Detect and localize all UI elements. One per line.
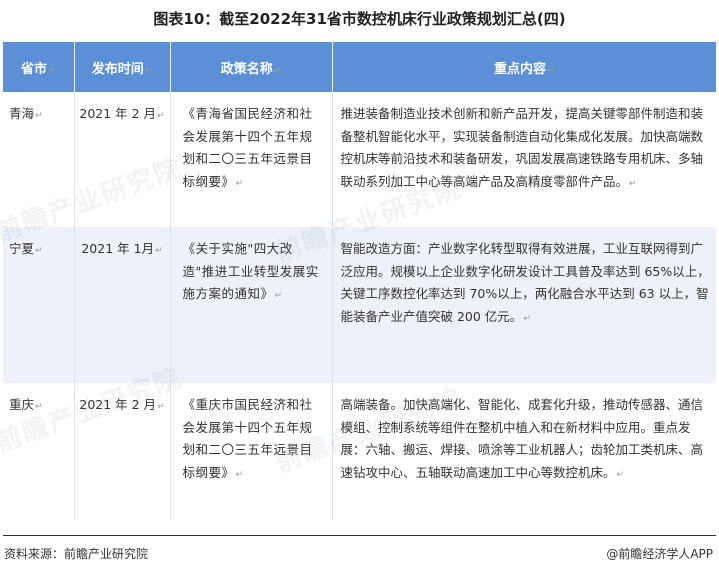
policy-table: 省市↵ 发布时间↵ 政策名称↵ 重点内容↵ 青海↵ 2021 年 2 月↵ 《青…	[3, 42, 716, 520]
header-policy: 政策名称↵	[170, 42, 333, 92]
footer-divider	[3, 535, 716, 536]
header-province: 省市↵	[3, 42, 75, 92]
cell-content: 高端装备。加快高端化、智能化、成套化升级，推动传感器、通信模组、控制系统等组件在…	[332, 383, 716, 520]
cell-policy: 《关于实施"四大改造"推进工业转型发展实施方案的通知》↵	[170, 227, 333, 383]
cell-content: 推进装备制造业技术创新和新产品开发，提高关键零部件制造和装备整机智能化水平，实现…	[332, 92, 716, 227]
brand-credit: @前瞻经济学人APP	[606, 547, 713, 561]
source-note: 资料来源：前瞻产业研究院	[4, 547, 149, 561]
header-content: 重点内容↵	[332, 42, 716, 92]
cell-content: 智能改造方面：产业数字化转型取得有效进展，工业互联网得到广泛应用。规模以上企业数…	[332, 227, 716, 383]
cell-province: 宁夏↵	[3, 227, 75, 383]
table-row: 青海↵ 2021 年 2 月↵ 《青海省国民经济和社会发展第十四个五年规划和二〇…	[3, 92, 716, 227]
figure-title: 图表10：截至2022年31省市数控机床行业政策规划汇总(四)	[153, 10, 566, 28]
page: 图表10：截至2022年31省市数控机床行业政策规划汇总(四) 省市↵ 发布时间…	[0, 0, 719, 576]
cell-date: 2021 年 2 月↵	[74, 92, 171, 227]
table-row: 宁夏↵ 2021 年 1月↵ 《关于实施"四大改造"推进工业转型发展实施方案的通…	[3, 227, 716, 383]
table-row: 重庆↵ 2021 年 2 月↵ 《重庆市国民经济和社会发展第十四个五年规划和二〇…	[3, 383, 716, 520]
cell-province: 重庆↵	[3, 383, 75, 520]
table-header-row: 省市↵ 发布时间↵ 政策名称↵ 重点内容↵	[3, 42, 716, 92]
cell-province: 青海↵	[3, 92, 75, 227]
cell-policy: 《青海省国民经济和社会发展第十四个五年规划和二〇三五年远景目标纲要》↵	[170, 92, 333, 227]
cell-date: 2021 年 1月↵	[74, 227, 171, 383]
cell-policy: 《重庆市国民经济和社会发展第十四个五年规划和二〇三五年远景目标纲要》↵	[170, 383, 333, 520]
cell-date: 2021 年 2 月↵	[74, 383, 171, 520]
header-date: 发布时间↵	[74, 42, 171, 92]
